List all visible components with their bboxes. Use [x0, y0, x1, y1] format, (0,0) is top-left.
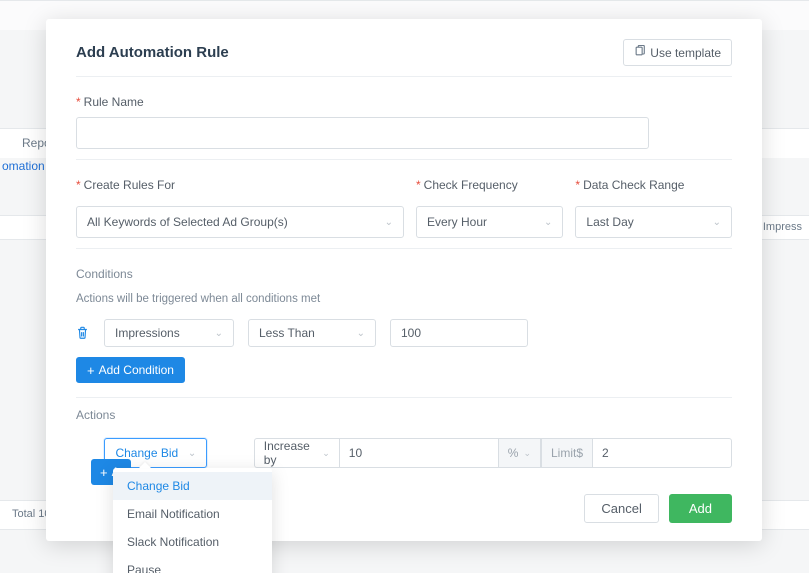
dropdown-item-slack[interactable]: Slack Notification	[113, 528, 272, 556]
dropdown-arrow	[139, 462, 151, 468]
dropdown-item-email[interactable]: Email Notification	[113, 500, 272, 528]
modal-title: Add Automation Rule	[76, 44, 229, 61]
chevron-down-icon: ⌄	[357, 328, 365, 339]
use-template-label: Use template	[650, 46, 721, 60]
increase-by-select[interactable]: Increase by⌄	[254, 438, 340, 468]
condition-metric-select[interactable]: Impressions⌄	[104, 319, 234, 347]
chevron-down-icon: ⌄	[385, 217, 393, 228]
action-config-group: Increase by⌄ 10 %⌄ Limit$ 2	[254, 438, 732, 468]
dropdown-item-change-bid[interactable]: Change Bid	[113, 472, 272, 500]
copy-icon	[634, 45, 646, 60]
chevron-down-icon: ⌄	[188, 448, 196, 459]
chevron-down-icon: ⌄	[322, 448, 330, 459]
limit-label: Limit$	[541, 438, 592, 468]
action-type-dropdown: Change Bid Email Notification Slack Noti…	[113, 468, 272, 573]
increase-value-input[interactable]: 10	[340, 438, 498, 468]
condition-row: Impressions⌄ Less Than⌄	[76, 319, 732, 347]
chevron-down-icon: ⌄	[215, 328, 223, 339]
unit-select[interactable]: %⌄	[498, 438, 541, 468]
add-condition-button[interactable]: + Add Condition	[76, 357, 185, 383]
rule-name-input[interactable]	[76, 117, 649, 149]
conditions-hint: Actions will be triggered when all condi…	[76, 293, 732, 305]
create-rules-for-select[interactable]: All Keywords of Selected Ad Group(s)⌄	[76, 206, 404, 238]
bg-total-label: Total 10	[12, 508, 51, 520]
data-check-range-select[interactable]: Last Day⌄	[575, 206, 732, 238]
chevron-down-icon: ⌄	[544, 217, 552, 228]
plus-icon: +	[100, 466, 108, 479]
limit-value-input[interactable]: 2	[592, 438, 732, 468]
chevron-down-icon: ⌄	[523, 448, 531, 459]
trash-icon[interactable]	[76, 326, 90, 340]
cancel-button[interactable]: Cancel	[584, 494, 658, 523]
data-check-range-label: *Data Check Range	[575, 178, 732, 192]
dropdown-item-pause[interactable]: Pause	[113, 556, 272, 573]
modal-dialog: Add Automation Rule Use template *Rule N…	[46, 19, 762, 541]
create-rules-for-label: *Create Rules For	[76, 178, 404, 192]
conditions-section-label: Conditions	[76, 267, 732, 281]
condition-operator-select[interactable]: Less Than⌄	[248, 319, 376, 347]
bg-impressions-label: Impress	[763, 221, 802, 233]
check-frequency-label: *Check Frequency	[416, 178, 563, 192]
chevron-down-icon: ⌄	[713, 217, 721, 228]
add-button[interactable]: Add	[669, 494, 732, 523]
check-frequency-select[interactable]: Every Hour⌄	[416, 206, 563, 238]
condition-value-input[interactable]	[390, 319, 528, 347]
use-template-button[interactable]: Use template	[623, 39, 732, 66]
action-row: Change Bid⌄ Increase by⌄ 10 %⌄ Limit$ 2	[76, 438, 732, 468]
actions-section-label: Actions	[76, 408, 732, 422]
plus-icon: +	[87, 364, 95, 377]
rule-name-label: *Rule Name	[76, 95, 732, 109]
